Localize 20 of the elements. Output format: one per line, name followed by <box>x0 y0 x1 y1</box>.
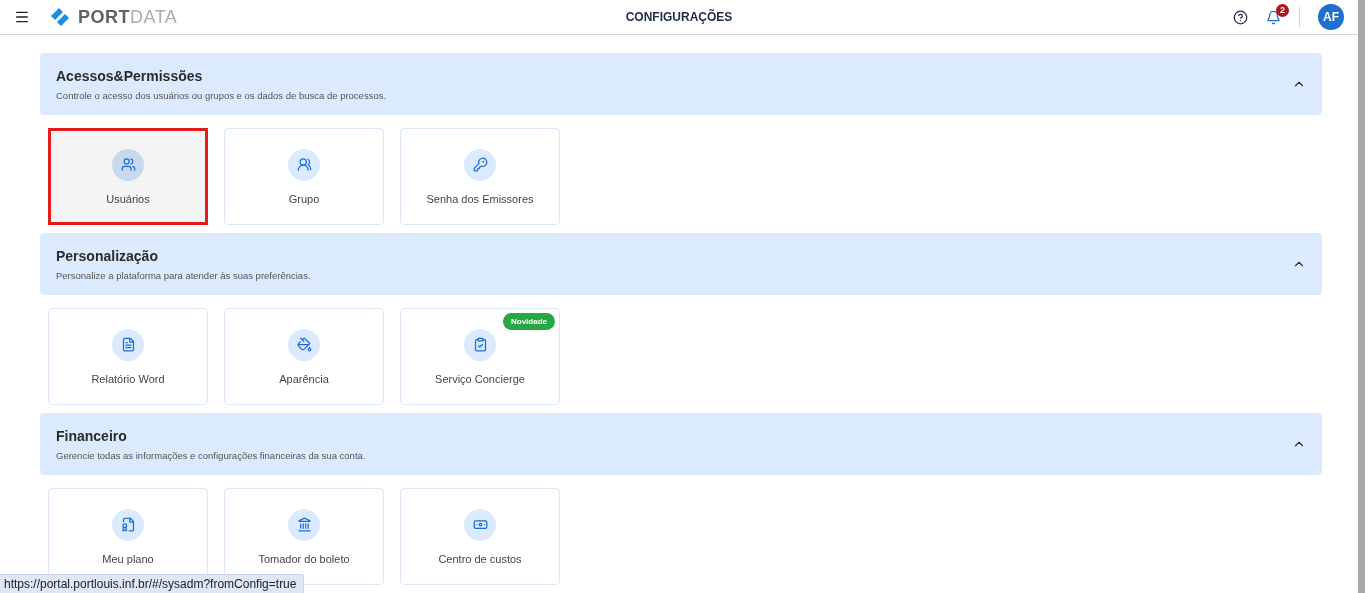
card-label: Grupo <box>288 192 320 205</box>
section-title: Acessos&Permissões <box>56 67 204 84</box>
page-title: CONFIGURAÇÕES <box>624 10 734 24</box>
section-title: Personalização <box>56 247 159 264</box>
card-label: Meu plano <box>102 552 154 565</box>
card-label: Relatório Word <box>91 372 165 385</box>
url-tooltip: https://portal.portlouis.inf.br/#/sysadm?fromConfig=true <box>0 574 305 593</box>
new-badge: Novidade <box>503 313 555 330</box>
notification-count: 2 <box>1276 3 1289 17</box>
card-label: Senha dos Emissores <box>426 192 534 205</box>
section-title: Financeiro <box>56 427 128 444</box>
section-description: Gerencie todas as informações e configurações financeiras da sua conta. <box>56 449 366 461</box>
card-label: Usuários <box>106 192 150 205</box>
section-description: Personalize a plataforma para atender às suas preferências. <box>56 269 311 281</box>
brand-name: PORTDATA <box>78 6 178 28</box>
card-label: Aparência <box>279 372 329 385</box>
card-label: Tomador do boleto <box>258 552 350 565</box>
card-label: Serviço Concierge <box>435 372 525 385</box>
section-description: Controle o acesso dos usuários ou grupos e os dados de busca de processos. <box>56 89 387 101</box>
card-label: Centro de custos <box>438 552 522 565</box>
